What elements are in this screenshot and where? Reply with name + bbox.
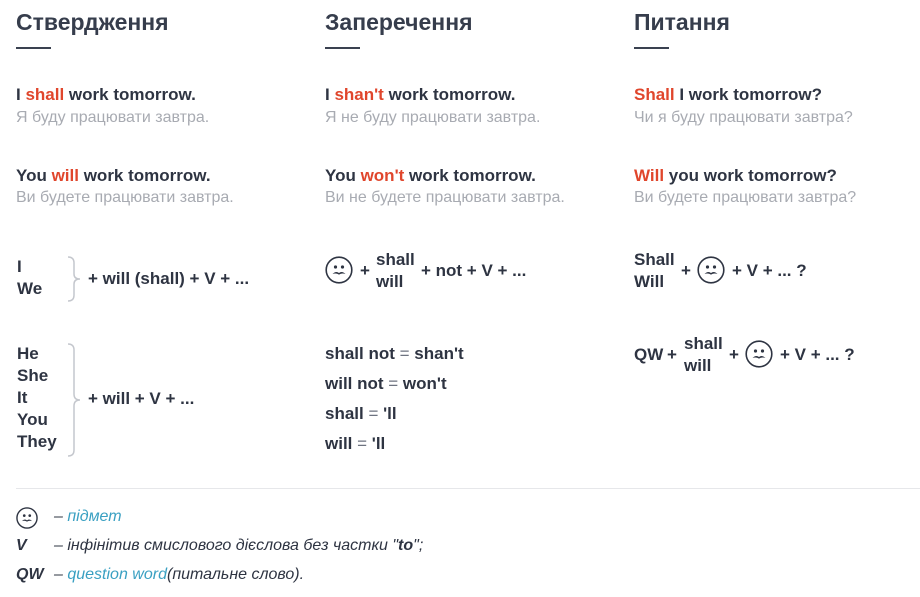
- negative-translation-1: Я не буду працювати завтра.: [325, 109, 541, 126]
- pronoun: It: [17, 388, 28, 407]
- header-question: Питання: [634, 9, 730, 35]
- aux-verb: shall: [25, 85, 65, 104]
- qw-label: QW: [634, 345, 664, 364]
- header-affirmative-underline: [16, 47, 51, 49]
- negative-formula-rest: + not + V + ...: [421, 261, 527, 280]
- legend-divider: [16, 488, 920, 489]
- legend-key-qw: QW: [16, 566, 44, 583]
- aux-stack: shall will: [684, 334, 723, 375]
- affirmative-translation-2: Ви будете працювати завтра.: [16, 189, 234, 206]
- plus-sign: +: [667, 345, 677, 364]
- affirmative-example-1: I shall work tomorrow.: [16, 85, 196, 104]
- affirmative-formula-2: + will + V + ...: [88, 389, 195, 408]
- pronoun: She: [17, 366, 49, 385]
- subject-face-icon: [697, 256, 725, 284]
- header-question-underline: [634, 47, 669, 49]
- brace-icon: [67, 256, 81, 302]
- pronoun-group-1: I We: [17, 256, 42, 300]
- aux-verb: Shall: [634, 85, 675, 104]
- legend-qw: – question word(питальне слово).: [54, 566, 305, 583]
- contraction-row: will = 'll: [325, 434, 386, 453]
- affirmative-example-2: You will work tomorrow.: [16, 166, 211, 185]
- plus-sign: +: [729, 345, 739, 364]
- legend-subject: – підмет: [54, 508, 122, 525]
- header-affirmative: Ствердження: [16, 9, 169, 35]
- aux-verb: shan't: [334, 85, 384, 104]
- legend-qw-link: question word: [67, 566, 167, 583]
- header-negative: Заперечення: [325, 9, 473, 35]
- question-formula-1-rest: + V + ... ?: [732, 261, 807, 280]
- question-formula-2-rest: + V + ... ?: [780, 345, 855, 364]
- question-translation-2: Ви будете працювати завтра?: [634, 189, 857, 206]
- aux-verb: will: [51, 166, 79, 185]
- legend-key-v: V: [16, 537, 27, 554]
- question-example-2: Will you work tomorrow?: [634, 166, 837, 185]
- negative-example-2: You won't work tomorrow.: [325, 166, 536, 185]
- question-example-1: Shall I work tomorrow?: [634, 85, 822, 104]
- contraction-row: shall = 'll: [325, 404, 397, 423]
- legend-verb: – інфінітив смислового дієслова без част…: [54, 537, 424, 554]
- affirmative-formula-1: + will (shall) + V + ...: [88, 269, 250, 288]
- subject-face-icon: [16, 507, 38, 529]
- plus-sign: +: [681, 261, 691, 280]
- pronoun: We: [17, 279, 43, 298]
- contraction-row: shall not = shan't: [325, 344, 464, 363]
- header-negative-underline: [325, 47, 360, 49]
- negative-example-1: I shan't work tomorrow.: [325, 85, 516, 104]
- brace-icon: [67, 343, 81, 457]
- subject-face-icon: [745, 340, 773, 368]
- aux-verb: Will: [634, 166, 665, 185]
- pronoun: He: [17, 344, 39, 363]
- pronoun: They: [17, 432, 57, 451]
- aux-verb: won't: [360, 166, 405, 185]
- aux-stack: Shall Will: [634, 250, 675, 291]
- pronoun: You: [17, 410, 48, 429]
- contraction-row: will not = won't: [325, 374, 447, 393]
- negative-translation-2: Ви не будете працювати завтра.: [325, 189, 565, 206]
- aux-stack: shall will: [376, 250, 415, 291]
- subject-face-icon: [325, 256, 353, 284]
- legend-subject-link: підмет: [67, 508, 122, 525]
- affirmative-translation-1: Я буду працювати завтра.: [16, 109, 210, 126]
- pronoun-group-2: He She It You They: [17, 343, 57, 453]
- question-translation-1: Чи я буду працювати завтра?: [634, 109, 853, 126]
- pronoun: I: [17, 257, 22, 276]
- plus-sign: +: [360, 261, 370, 280]
